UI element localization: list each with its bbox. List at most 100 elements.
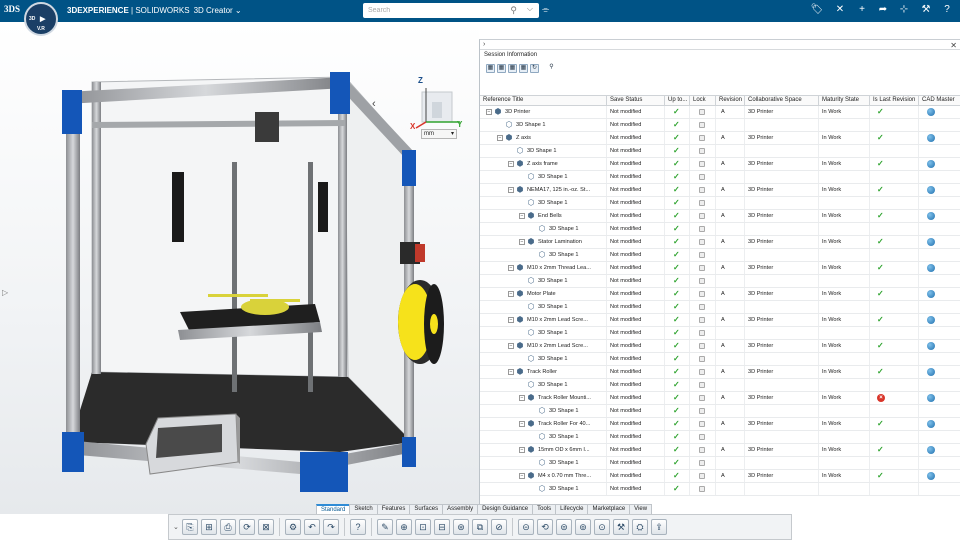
search-icon[interactable]: ⚲ (510, 5, 517, 16)
collapse-chevron-icon[interactable]: ‹ (372, 98, 376, 110)
lock-icon[interactable] (699, 238, 705, 245)
table-row[interactable]: ⬡ 3D Shape 1 Not modified ✓ (480, 431, 960, 444)
tab-standard[interactable]: Standard (316, 504, 351, 514)
tab-design-guidance[interactable]: Design Guidance (477, 504, 534, 514)
tab-assembly[interactable]: Assembly (442, 504, 479, 514)
render-icon[interactable]: ⊙ (594, 519, 610, 535)
lock-icon[interactable] (699, 355, 705, 362)
tab-view[interactable]: View (629, 504, 653, 514)
mate-icon[interactable]: ⊟ (434, 519, 450, 535)
display-icon[interactable]: ⊝ (518, 519, 534, 535)
tag-filter-icon[interactable]: ⌯ (542, 4, 549, 15)
table-row[interactable]: ⬡ 3D Shape 1 Not modified ✓ (480, 405, 960, 418)
column-header[interactable]: Save Status (607, 96, 665, 105)
view-cube-icon[interactable] (412, 78, 462, 132)
column-header[interactable]: Maturity State (819, 96, 870, 105)
lock-icon[interactable] (699, 251, 705, 258)
table-row[interactable]: ⬡ 3D Shape 1 Not modified ✓ (480, 275, 960, 288)
expand-toggle-icon[interactable]: − (508, 160, 514, 167)
unit-chevron-icon[interactable]: ▾ (451, 130, 454, 138)
compass-vr[interactable]: V.R (37, 26, 45, 32)
rotate-icon[interactable]: ⟲ (537, 519, 553, 535)
table-row[interactable]: ⬡ 3D Shape 1 Not modified ✓ (480, 249, 960, 262)
lock-icon[interactable] (699, 264, 705, 271)
open-icon[interactable]: ⎘ (182, 519, 198, 535)
lock-icon[interactable] (699, 472, 705, 479)
view-icon[interactable]: ⊚ (575, 519, 591, 535)
expand-toggle-icon[interactable]: − (519, 238, 525, 245)
help-icon[interactable]: ? (350, 519, 366, 535)
insert-icon[interactable]: ▦ (497, 63, 506, 73)
lock-icon[interactable] (699, 303, 705, 310)
lock-icon[interactable] (699, 147, 705, 154)
expand-toggle-icon[interactable]: − (508, 186, 514, 193)
column-header[interactable]: Is Last Revision (870, 96, 919, 105)
lock-icon[interactable] (699, 446, 705, 453)
lock-icon[interactable] (699, 407, 705, 414)
search-input[interactable] (363, 3, 503, 18)
table-row[interactable]: − ⬢ Z axis Not modified ✓ A 3D Printer In Work ✓ (480, 132, 960, 145)
component-icon[interactable]: ⊕ (396, 519, 412, 535)
compass-play-icon[interactable]: ▶ (40, 15, 45, 23)
expand-toggle-icon[interactable]: − (486, 108, 492, 115)
redo-icon[interactable]: ↷ (323, 519, 339, 535)
table-row[interactable]: − ⬢ Stator Lamination Not modified ✓ A 3D Prin… (480, 236, 960, 249)
save-all-icon[interactable]: ⎙ (220, 519, 236, 535)
table-row[interactable]: ⬡ 3D Shape 1 Not modified ✓ (480, 327, 960, 340)
column-header[interactable]: CAD Master (919, 96, 960, 105)
column-header[interactable]: Revision (716, 96, 745, 105)
compass-3d[interactable]: 3D (29, 16, 35, 22)
table-row[interactable]: ⬡ 3D Shape 1 Not modified ✓ (480, 483, 960, 496)
lock-icon[interactable] (699, 199, 705, 206)
table-row[interactable]: ⬡ 3D Shape 1 Not modified ✓ (480, 145, 960, 158)
tab-tools[interactable]: Tools (532, 504, 557, 514)
print-icon[interactable]: ⊠ (258, 519, 274, 535)
table-row[interactable]: − ⬢ M4 x 0.70 mm Thre... Not modified ✓ A 3D P… (480, 470, 960, 483)
table-row[interactable]: ⬡ 3D Shape 1 Not modified ✓ (480, 119, 960, 132)
lock-icon[interactable] (699, 394, 705, 401)
table-row[interactable]: ⬡ 3D Shape 1 Not modified ✓ (480, 197, 960, 210)
tools-icon[interactable]: ⚒ (613, 519, 629, 535)
lock-icon[interactable] (699, 342, 705, 349)
ds-logo[interactable]: 3DS (4, 4, 20, 14)
expand-toggle-icon[interactable]: − (497, 134, 503, 141)
lock-icon[interactable] (699, 108, 705, 115)
search-box[interactable]: ⚲ ⌵ (363, 3, 539, 18)
lock-icon[interactable] (699, 173, 705, 180)
printer-model[interactable] (0, 22, 479, 514)
table-row[interactable]: ⬡ 3D Shape 1 Not modified ✓ (480, 223, 960, 236)
lock-icon[interactable] (699, 277, 705, 284)
expand-toggle-icon[interactable]: − (508, 290, 514, 297)
tag-icon[interactable]: 🏷 (810, 4, 824, 16)
compass-widget[interactable]: 3D ▶ V.R (24, 2, 58, 36)
table-row[interactable]: ⬡ 3D Shape 1 Not modified ✓ (480, 353, 960, 366)
column-header[interactable]: Reference Title (480, 96, 607, 105)
table-row[interactable]: ⬡ 3D Shape 1 Not modified ✓ (480, 379, 960, 392)
lock-icon[interactable] (699, 329, 705, 336)
table-row[interactable]: − ⬢ 15mm OD x 6mm I... Not modified ✓ A 3D Pri… (480, 444, 960, 457)
share-arrow-icon[interactable]: ➦ (876, 4, 890, 16)
expand-toggle-icon[interactable]: − (519, 472, 525, 479)
expand-toggle-icon[interactable]: − (508, 342, 514, 349)
refresh-icon[interactable]: ↻ (530, 63, 539, 73)
tab-surfaces[interactable]: Surfaces (409, 504, 444, 514)
tab-lifecycle[interactable]: Lifecycle (555, 504, 589, 514)
lock-icon[interactable] (699, 121, 705, 128)
network-icon[interactable]: ⊹ (897, 4, 911, 16)
search-icon[interactable]: ⚲ (547, 64, 556, 73)
table-row[interactable]: − ⬢ M10 x 2mm Lead Scre... Not modified ✓ A 3D… (480, 340, 960, 353)
lock-icon[interactable] (699, 420, 705, 427)
panel-expand-icon[interactable]: › (483, 41, 485, 48)
table-row[interactable]: ⬡ 3D Shape 1 Not modified ✓ (480, 301, 960, 314)
table-row[interactable]: − ⬢ M10 x 2mm Thread Lea... Not modified ✓ A 3… (480, 262, 960, 275)
table-row[interactable]: − ⬢ Track Roller For 40... Not modified ✓ A 3D… (480, 418, 960, 431)
lock-icon[interactable] (699, 433, 705, 440)
column-header[interactable]: Collaborative Space (745, 96, 819, 105)
explode-icon[interactable]: ⊘ (491, 519, 507, 535)
table-row[interactable]: − ⬢ NEMA17, 125 in.-oz. St... Not modified ✓… (480, 184, 960, 197)
table-row[interactable]: ⬡ 3D Shape 1 Not modified ✓ (480, 171, 960, 184)
close-icon[interactable]: ✕ (833, 4, 847, 16)
lock-icon[interactable] (699, 212, 705, 219)
mirror-icon[interactable]: ⧉ (472, 519, 488, 535)
expand-toggle-icon[interactable]: − (508, 264, 514, 271)
